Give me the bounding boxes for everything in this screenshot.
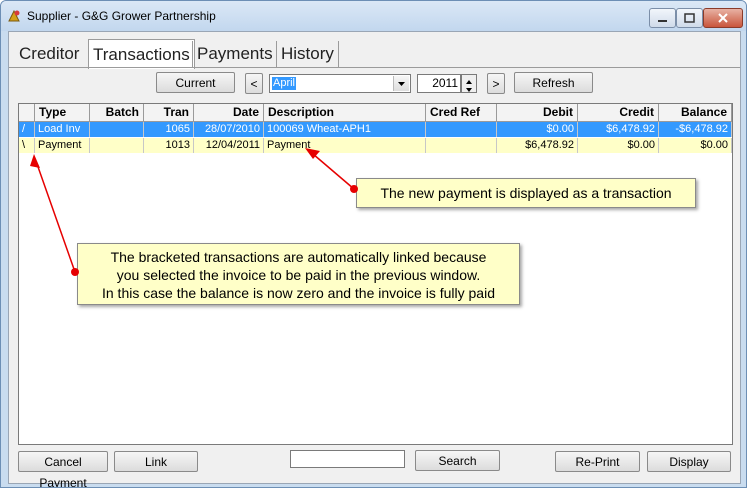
cell-type: Load Inv	[35, 122, 90, 137]
refresh-button[interactable]: Refresh	[514, 72, 593, 93]
month-value: April	[272, 77, 297, 90]
close-icon	[718, 13, 728, 23]
callout-linked-transactions: The bracketed transactions are automatic…	[77, 243, 520, 305]
app-icon	[8, 9, 20, 22]
callout-line: The bracketed transactions are automatic…	[110, 249, 487, 265]
reprint-button[interactable]: Re-Print	[555, 451, 640, 472]
header-balance[interactable]: Balance	[659, 104, 732, 121]
callout-line: In this case the balance is now zero and…	[101, 285, 495, 301]
current-button[interactable]: Current	[156, 72, 235, 93]
cell-credit: $0.00	[578, 138, 659, 153]
tab-divider	[9, 67, 740, 68]
close-button[interactable]	[703, 8, 743, 28]
cell-balance: $0.00	[659, 138, 732, 153]
table-header: Type Batch Tran Date Description Cred Re…	[19, 104, 732, 122]
cell-date: 12/04/2011	[194, 138, 264, 153]
cell-batch	[90, 138, 144, 153]
previous-month-button[interactable]: <	[245, 73, 263, 94]
header-debit[interactable]: Debit	[497, 104, 578, 121]
cell-tran: 1065	[144, 122, 194, 137]
spin-up-icon[interactable]	[462, 75, 476, 84]
cell-type: Payment	[35, 138, 90, 153]
header-cred-ref[interactable]: Cred Ref	[426, 104, 497, 121]
display-button[interactable]: Display	[647, 451, 731, 472]
cell-balance: -$6,478.92	[659, 122, 732, 137]
cell-description: Payment	[264, 138, 426, 153]
table-row[interactable]: \ Payment 1013 12/04/2011 Payment $6,478…	[19, 138, 732, 153]
header-description[interactable]: Description	[264, 104, 426, 121]
header-link-marker	[19, 104, 35, 121]
cell-tran: 1013	[144, 138, 194, 153]
header-credit[interactable]: Credit	[578, 104, 659, 121]
cancel-payment-button[interactable]: Cancel Payment	[18, 451, 108, 487]
callout-new-payment: The new payment is displayed as a transa…	[356, 178, 696, 208]
cell-debit: $0.00	[497, 122, 578, 137]
tab-history[interactable]: History	[276, 41, 339, 67]
header-batch[interactable]: Batch	[90, 104, 144, 121]
month-select[interactable]: April	[269, 74, 411, 93]
header-type[interactable]: Type	[35, 104, 90, 121]
search-button[interactable]: Search	[415, 450, 500, 471]
cell-batch	[90, 122, 144, 137]
table-row[interactable]: / Load Inv 1065 28/07/2010 100069 Wheat-…	[19, 122, 732, 137]
maximize-button[interactable]	[676, 8, 703, 28]
spin-down-icon[interactable]	[462, 83, 476, 92]
window-title: Supplier - G&G Grower Partnership	[27, 9, 216, 23]
link-button[interactable]: Link	[114, 451, 198, 472]
cell-description: 100069 Wheat-APH1	[264, 122, 426, 137]
callout-line: you selected the invoice to be paid in t…	[116, 267, 481, 283]
maximize-icon	[684, 13, 695, 23]
year-field[interactable]: 2011	[417, 74, 461, 93]
title-bar[interactable]: Supplier - G&G Grower Partnership	[1, 1, 746, 31]
cell-cred-ref	[426, 138, 497, 153]
cell-debit: $6,478.92	[497, 138, 578, 153]
header-date[interactable]: Date	[194, 104, 264, 121]
header-tran[interactable]: Tran	[144, 104, 194, 121]
cell-date: 28/07/2010	[194, 122, 264, 137]
tab-transactions[interactable]: Transactions	[88, 39, 195, 69]
next-month-button[interactable]: >	[487, 73, 505, 94]
year-spinner[interactable]	[461, 74, 477, 93]
link-bracket-icon: \	[19, 138, 35, 153]
minimize-icon	[658, 20, 667, 22]
tab-creditor[interactable]: Creditor	[15, 41, 83, 67]
cell-cred-ref	[426, 122, 497, 137]
link-bracket-icon: /	[19, 122, 35, 137]
cell-credit: $6,478.92	[578, 122, 659, 137]
search-input[interactable]	[290, 450, 405, 468]
tab-payments[interactable]: Payments	[192, 41, 277, 67]
chevron-down-icon[interactable]	[393, 76, 409, 91]
minimize-button[interactable]	[649, 8, 676, 28]
